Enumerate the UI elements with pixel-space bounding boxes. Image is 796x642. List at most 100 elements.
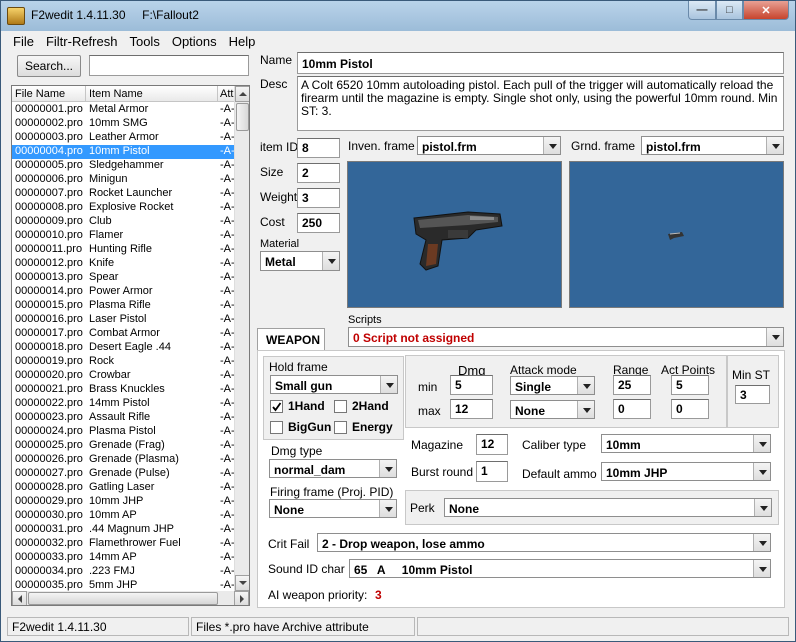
list-item[interactable]: 00000004.pro 10mm Pistol -A- bbox=[12, 145, 235, 159]
attr-cell: -A- bbox=[220, 523, 235, 535]
sound-id-select[interactable]: 65 A 10mm Pistol bbox=[349, 559, 771, 578]
list-item[interactable]: 00000034.pro .223 FMJ -A- bbox=[12, 565, 235, 579]
list-item[interactable]: 00000009.pro Club -A- bbox=[12, 215, 235, 229]
list-item[interactable]: 00000029.pro 10mm JHP -A- bbox=[12, 495, 235, 509]
header-file-name[interactable]: File Name bbox=[15, 88, 65, 100]
burst-round-field[interactable]: 1 bbox=[476, 461, 508, 482]
ap-1-field[interactable]: 5 bbox=[671, 375, 709, 395]
list-item[interactable]: 00000001.pro Metal Armor -A- bbox=[12, 103, 235, 117]
list-item[interactable]: 00000024.pro Plasma Pistol -A- bbox=[12, 425, 235, 439]
desc-field[interactable]: A Colt 6520 10mm autoloading pistol. Eac… bbox=[297, 76, 784, 131]
list-vscrollbar[interactable] bbox=[234, 86, 249, 591]
default-ammo-select[interactable]: 10mm JHP bbox=[601, 462, 771, 481]
list-item[interactable]: 00000023.pro Assault Rifle -A- bbox=[12, 411, 235, 425]
material-select[interactable]: Metal bbox=[260, 251, 340, 271]
list-item[interactable]: 00000005.pro Sledgehammer -A- bbox=[12, 159, 235, 173]
list-item[interactable]: 00000014.pro Power Armor -A- bbox=[12, 285, 235, 299]
list-item[interactable]: 00000020.pro Crowbar -A- bbox=[12, 369, 235, 383]
list-item[interactable]: 00000033.pro 14mm AP -A- bbox=[12, 551, 235, 565]
minimize-button[interactable]: — bbox=[688, 1, 716, 20]
weight-field[interactable]: 3 bbox=[297, 188, 340, 208]
range-1-field[interactable]: 25 bbox=[613, 375, 651, 395]
magazine-field[interactable]: 12 bbox=[476, 434, 508, 455]
attack-mode-1-select[interactable]: Single bbox=[510, 376, 595, 395]
min-st-field[interactable]: 3 bbox=[735, 385, 770, 404]
perk-group: Perk None bbox=[405, 490, 779, 525]
menu-file[interactable]: File bbox=[7, 31, 40, 51]
scroll-right-button[interactable] bbox=[234, 591, 249, 605]
energy-checkbox[interactable] bbox=[334, 421, 347, 434]
scroll-thumb[interactable] bbox=[236, 103, 249, 131]
dmg-min-field[interactable]: 5 bbox=[450, 375, 493, 395]
title-bar[interactable]: F2wedit 1.4.11.30 F:\Fallout2 — □ ✕ bbox=[1, 1, 795, 31]
list-item[interactable]: 00000013.pro Spear -A- bbox=[12, 271, 235, 285]
list-item[interactable]: 00000022.pro 14mm Pistol -A- bbox=[12, 397, 235, 411]
firing-frame-select[interactable]: None bbox=[269, 499, 397, 518]
inven-frame-select[interactable]: pistol.frm bbox=[417, 136, 561, 155]
list-hscrollbar[interactable] bbox=[12, 591, 249, 605]
search-input[interactable] bbox=[89, 55, 249, 76]
list-item[interactable]: 00000030.pro 10mm AP -A- bbox=[12, 509, 235, 523]
status-message: Files *.pro have Archive attribute bbox=[191, 617, 415, 636]
list-item[interactable]: 00000021.pro Brass Knuckles -A- bbox=[12, 383, 235, 397]
list-item[interactable]: 00000018.pro Desert Eagle .44 -A- bbox=[12, 341, 235, 355]
list-item[interactable]: 00000026.pro Grenade (Plasma) -A- bbox=[12, 453, 235, 467]
dmg-type-select[interactable]: normal_dam bbox=[269, 459, 397, 478]
menu-help[interactable]: Help bbox=[223, 31, 262, 51]
cost-field[interactable]: 250 bbox=[297, 213, 340, 233]
crit-fail-select[interactable]: 2 - Drop weapon, lose ammo bbox=[317, 533, 771, 552]
menu-options[interactable]: Options bbox=[166, 31, 223, 51]
list-item[interactable]: 00000028.pro Gatling Laser -A- bbox=[12, 481, 235, 495]
scroll-left-button[interactable] bbox=[12, 591, 27, 605]
item-id-field[interactable]: 8 bbox=[297, 138, 340, 158]
menu-tools[interactable]: Tools bbox=[123, 31, 165, 51]
dmg-max-field[interactable]: 12 bbox=[450, 399, 493, 419]
list-item[interactable]: 00000027.pro Grenade (Pulse) -A- bbox=[12, 467, 235, 481]
maximize-button[interactable]: □ bbox=[716, 1, 743, 20]
list-item[interactable]: 00000007.pro Rocket Launcher -A- bbox=[12, 187, 235, 201]
biggun-checkbox[interactable] bbox=[270, 421, 283, 434]
list-item[interactable]: 00000008.pro Explosive Rocket -A- bbox=[12, 201, 235, 215]
list-item[interactable]: 00000010.pro Flamer -A- bbox=[12, 229, 235, 243]
list-item[interactable]: 00000025.pro Grenade (Frag) -A- bbox=[12, 439, 235, 453]
close-button[interactable]: ✕ bbox=[743, 1, 789, 20]
name-field[interactable]: 10mm Pistol bbox=[297, 52, 784, 74]
list-item[interactable]: 00000019.pro Rock -A- bbox=[12, 355, 235, 369]
scroll-down-button[interactable] bbox=[235, 575, 249, 591]
list-item[interactable]: 00000011.pro Hunting Rifle -A- bbox=[12, 243, 235, 257]
list-item[interactable]: 00000015.pro Plasma Rifle -A- bbox=[12, 299, 235, 313]
ap-2-field[interactable]: 0 bbox=[671, 399, 709, 419]
2hand-checkbox[interactable] bbox=[334, 400, 347, 413]
list-item[interactable]: 00000006.pro Minigun -A- bbox=[12, 173, 235, 187]
list-item[interactable]: 00000016.pro Laser Pistol -A- bbox=[12, 313, 235, 327]
file-list[interactable]: File Name Item Name Att 00000001.pro Meta… bbox=[11, 85, 250, 606]
header-attr[interactable]: Att bbox=[220, 88, 233, 100]
search-button[interactable]: Search... bbox=[17, 55, 81, 77]
list-item[interactable]: 00000002.pro 10mm SMG -A- bbox=[12, 117, 235, 131]
tab-weapon[interactable]: WEAPON bbox=[257, 328, 325, 351]
item-name-cell: Rock bbox=[89, 355, 115, 367]
script-select[interactable]: 0 Script not assigned bbox=[348, 327, 784, 347]
attack-mode-2-select[interactable]: None bbox=[510, 400, 595, 419]
perk-select[interactable]: None bbox=[444, 498, 772, 517]
header-item-name[interactable]: Item Name bbox=[89, 88, 143, 100]
caliber-type-label: Caliber type bbox=[522, 438, 587, 452]
file-name-cell: 00000032.pro bbox=[15, 537, 83, 549]
hscroll-thumb[interactable] bbox=[28, 592, 218, 605]
range-2-field[interactable]: 0 bbox=[613, 399, 651, 419]
menu-filtr-refresh[interactable]: Filtr-Refresh bbox=[40, 31, 124, 51]
file-name-cell: 00000031.pro bbox=[15, 523, 83, 535]
caliber-type-select[interactable]: 10mm bbox=[601, 434, 771, 453]
attr-cell: -A- bbox=[220, 397, 235, 409]
size-field[interactable]: 2 bbox=[297, 163, 340, 183]
1hand-checkbox[interactable] bbox=[270, 400, 283, 413]
scroll-up-button[interactable] bbox=[235, 86, 249, 102]
hold-frame-select[interactable]: Small gun bbox=[270, 375, 398, 394]
list-item[interactable]: 00000017.pro Combat Armor -A- bbox=[12, 327, 235, 341]
grnd-frame-select[interactable]: pistol.frm bbox=[641, 136, 784, 155]
list-item[interactable]: 00000012.pro Knife -A- bbox=[12, 257, 235, 271]
item-name-cell: Knife bbox=[89, 257, 115, 269]
list-item[interactable]: 00000031.pro .44 Magnum JHP -A- bbox=[12, 523, 235, 537]
list-item[interactable]: 00000032.pro Flamethrower Fuel -A- bbox=[12, 537, 235, 551]
list-item[interactable]: 00000003.pro Leather Armor -A- bbox=[12, 131, 235, 145]
